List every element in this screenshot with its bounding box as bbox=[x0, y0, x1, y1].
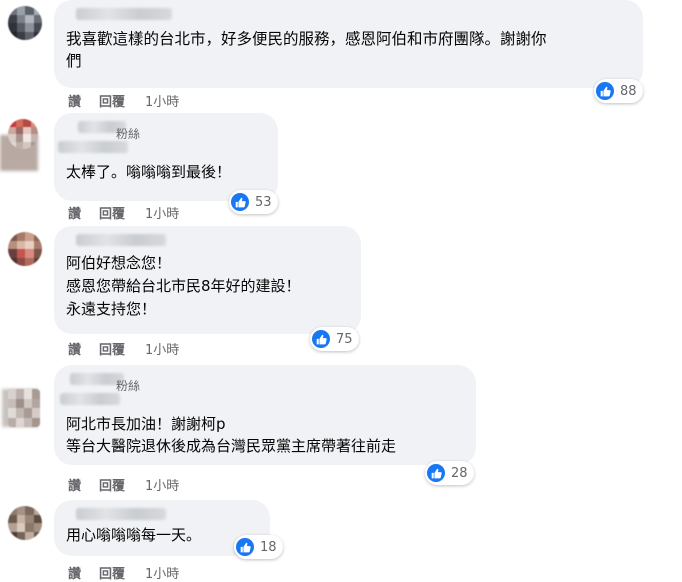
thumbs-up-icon bbox=[231, 193, 249, 211]
comment-1: 我喜歡這樣的台北市，好多便民的服務，感恩阿伯和市府團隊。謝謝你 們 88 讚 回… bbox=[0, 0, 682, 110]
reply-button[interactable]: 回覆 bbox=[99, 91, 125, 110]
reply-button[interactable]: 回覆 bbox=[99, 475, 125, 494]
timestamp[interactable]: 1小時 bbox=[145, 563, 179, 582]
avatar[interactable] bbox=[8, 506, 42, 540]
reply-button[interactable]: 回覆 bbox=[99, 339, 125, 358]
comment-bubble: 太棒了。嗡嗡嗡到最後！ bbox=[54, 113, 278, 201]
comment-2: 太棒了。嗡嗡嗡到最後！ 粉絲 53 讚 回覆 1小時 bbox=[0, 113, 682, 223]
comment-actions: 讚 回覆 1小時 bbox=[68, 339, 179, 358]
comment-text: 阿北市長加油！謝謝柯p 等台大醫院退休後成為台灣民眾黨主席帶著往前走 bbox=[66, 415, 397, 455]
reaction-count[interactable]: 28 bbox=[425, 461, 474, 485]
comment-bubble: 我喜歡這樣的台北市，好多便民的服務，感恩阿伯和市府團隊。謝謝你 們 bbox=[54, 0, 643, 88]
comment-actions: 讚 回覆 1小時 bbox=[68, 203, 179, 222]
timestamp[interactable]: 1小時 bbox=[145, 91, 179, 110]
timestamp[interactable]: 1小時 bbox=[145, 203, 179, 222]
reply-button[interactable]: 回覆 bbox=[99, 563, 125, 582]
fans-badge: 粉絲 bbox=[116, 127, 141, 141]
reply-button[interactable]: 回覆 bbox=[99, 203, 125, 222]
avatar[interactable] bbox=[8, 119, 38, 149]
comment-actions: 讚 回覆 1小時 bbox=[68, 475, 179, 494]
commenter-name[interactable] bbox=[76, 8, 172, 20]
commenter-name[interactable] bbox=[76, 508, 166, 520]
reaction-count[interactable]: 53 bbox=[229, 190, 278, 214]
comment-actions: 讚 回覆 1小時 bbox=[68, 91, 179, 110]
reaction-count-value: 88 bbox=[620, 83, 637, 99]
reaction-count[interactable]: 75 bbox=[310, 327, 359, 351]
reaction-count-value: 75 bbox=[336, 331, 353, 347]
reaction-count-value: 28 bbox=[451, 465, 468, 481]
like-button[interactable]: 讚 bbox=[68, 563, 81, 582]
reaction-count-value: 53 bbox=[255, 194, 272, 210]
thumbs-up-icon bbox=[427, 464, 445, 482]
commenter-name-secondary bbox=[60, 393, 120, 405]
reaction-count[interactable]: 88 bbox=[594, 79, 643, 103]
avatar[interactable] bbox=[8, 389, 40, 427]
reaction-count-value: 18 bbox=[260, 539, 277, 555]
avatar[interactable] bbox=[8, 6, 42, 40]
thumbs-up-icon bbox=[312, 330, 330, 348]
like-button[interactable]: 讚 bbox=[68, 203, 81, 222]
like-button[interactable]: 讚 bbox=[68, 91, 81, 110]
comment-text: 我喜歡這樣的台北市，好多便民的服務，感恩阿伯和市府團隊。謝謝你 們 bbox=[66, 30, 547, 70]
like-button[interactable]: 讚 bbox=[68, 339, 81, 358]
commenter-name[interactable] bbox=[76, 234, 166, 246]
comment-text: 用心嗡嗡嗡每一天。 bbox=[66, 526, 202, 544]
comment-bubble: 阿伯好想念您！ 感恩您帶給台北市民8年好的建設！ 永遠支持您！ bbox=[54, 226, 361, 334]
comment-text: 阿伯好想念您！ 感恩您帶給台北市民8年好的建設！ 永遠支持您！ bbox=[66, 254, 301, 318]
comment-text: 太棒了。嗡嗡嗡到最後！ bbox=[66, 163, 232, 181]
thumbs-up-icon bbox=[596, 82, 614, 100]
timestamp[interactable]: 1小時 bbox=[145, 475, 179, 494]
reaction-count[interactable]: 18 bbox=[234, 535, 283, 559]
comment-5: 用心嗡嗡嗡每一天。 18 讚 回覆 1小時 bbox=[0, 500, 682, 582]
fans-badge: 粉絲 bbox=[116, 379, 141, 393]
comment-4: 阿北市長加油！謝謝柯p 等台大醫院退休後成為台灣民眾黨主席帶著往前走 粉絲 28… bbox=[0, 365, 682, 499]
comment-3: 阿伯好想念您！ 感恩您帶給台北市民8年好的建設！ 永遠支持您！ 75 讚 回覆 … bbox=[0, 226, 682, 362]
commenter-name-secondary bbox=[58, 141, 128, 153]
timestamp[interactable]: 1小時 bbox=[145, 339, 179, 358]
like-button[interactable]: 讚 bbox=[68, 475, 81, 494]
avatar[interactable] bbox=[8, 232, 42, 266]
comment-actions: 讚 回覆 1小時 bbox=[68, 563, 179, 582]
thumbs-up-icon bbox=[236, 538, 254, 556]
